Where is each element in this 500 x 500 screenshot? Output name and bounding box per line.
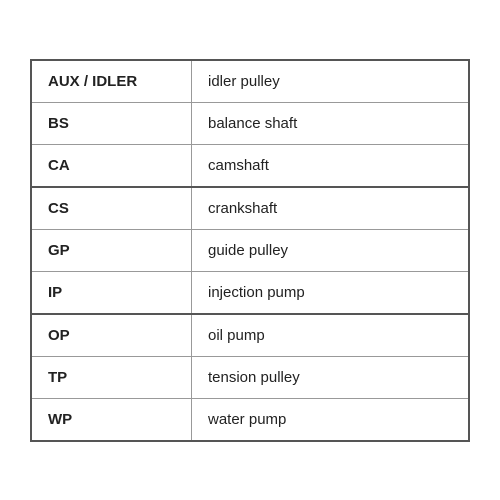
description-cell: oil pump [192, 315, 468, 356]
table-row: GPguide pulley [32, 230, 468, 272]
description-cell: camshaft [192, 145, 468, 186]
abbreviation-cell: AUX / IDLER [32, 61, 192, 102]
table-row: BSbalance shaft [32, 103, 468, 145]
description-cell: idler pulley [192, 61, 468, 102]
table-row: CScrankshaft [32, 188, 468, 230]
abbreviation-cell: TP [32, 357, 192, 398]
abbreviation-cell: BS [32, 103, 192, 144]
abbreviation-cell: WP [32, 399, 192, 440]
table-row: IPinjection pump [32, 272, 468, 315]
abbreviation-cell: CA [32, 145, 192, 186]
table-row: OPoil pump [32, 315, 468, 357]
table-row: WPwater pump [32, 399, 468, 440]
abbreviation-cell: GP [32, 230, 192, 271]
description-cell: water pump [192, 399, 468, 440]
table-row: TPtension pulley [32, 357, 468, 399]
abbreviation-cell: OP [32, 315, 192, 356]
abbreviation-cell: CS [32, 188, 192, 229]
description-cell: crankshaft [192, 188, 468, 229]
table-row: AUX / IDLERidler pulley [32, 61, 468, 103]
description-cell: balance shaft [192, 103, 468, 144]
abbreviation-cell: IP [32, 272, 192, 313]
description-cell: tension pulley [192, 357, 468, 398]
table-row: CAcamshaft [32, 145, 468, 188]
description-cell: injection pump [192, 272, 468, 313]
abbreviation-table: AUX / IDLERidler pulleyBSbalance shaftCA… [30, 59, 470, 442]
description-cell: guide pulley [192, 230, 468, 271]
